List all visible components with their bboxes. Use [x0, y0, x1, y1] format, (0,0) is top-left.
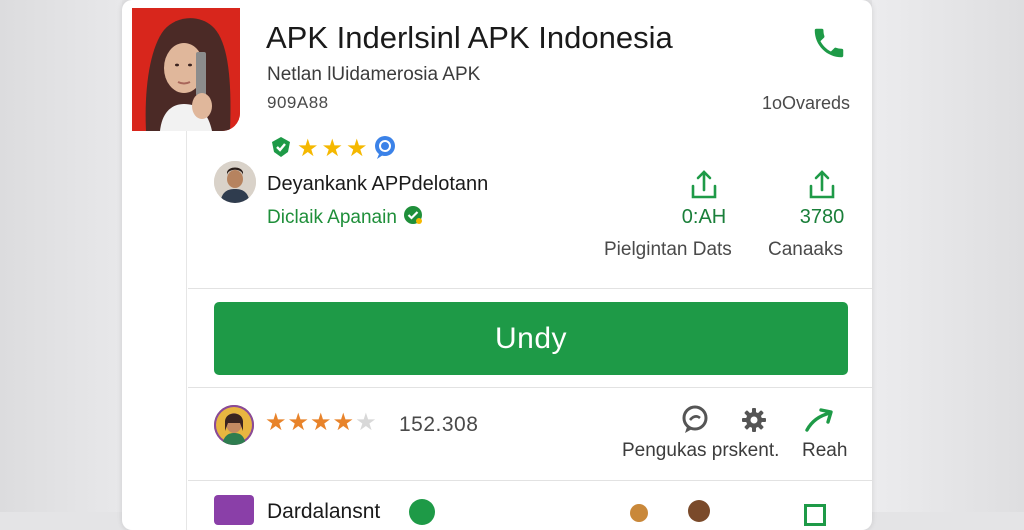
app-hero-image — [132, 8, 240, 131]
app-title: APK Inderlsinl APK Indonesia — [266, 20, 673, 55]
gear-icon[interactable] — [737, 403, 771, 437]
star-icon: ★ — [310, 409, 332, 436]
review-count: 152.308 — [399, 413, 479, 436]
action-label-primary[interactable]: Pengukas prskent. — [622, 440, 779, 462]
editor-choice-icon — [268, 134, 294, 165]
background-left — [0, 0, 122, 512]
phone-icon[interactable] — [810, 24, 848, 62]
trend-arrow-icon[interactable] — [802, 403, 836, 437]
rating-badges: ★ ★ ★ — [268, 134, 399, 164]
downloads-count: 1oOvareds — [761, 93, 850, 113]
card-side-divider — [186, 130, 187, 530]
developer-status: Diclaik Apanain — [267, 205, 423, 231]
developer-name[interactable]: Deyankank APPdelotann — [267, 173, 488, 196]
action-label-secondary[interactable]: Reah — [802, 440, 847, 462]
reviewer-avatar[interactable] — [214, 405, 254, 445]
stat-value: 3780 — [799, 206, 845, 228]
verified-icon — [409, 499, 435, 525]
stat-value: 0:AH — [681, 206, 727, 228]
stat-label: Canaaks — [768, 239, 843, 260]
section-divider — [188, 288, 872, 289]
star-icon: ★ — [346, 135, 368, 162]
app-subtitle: Netlan lUidamerosia APK — [267, 64, 481, 85]
next-row-dot-icon — [630, 504, 648, 522]
section-divider — [188, 480, 872, 481]
star-empty-icon: ★ — [355, 409, 377, 436]
developer-status-text: Diclaik Apanain — [267, 207, 397, 228]
share-up-icon[interactable] — [805, 168, 839, 202]
verified-icon — [403, 205, 423, 231]
review-stars: ★ ★ ★ ★ ★ — [265, 410, 377, 436]
star-icon: ★ — [297, 135, 319, 162]
developer-avatar[interactable] — [214, 161, 256, 203]
section-divider — [188, 387, 872, 388]
star-icon: ★ — [287, 409, 310, 436]
chat-bubble-icon[interactable] — [678, 403, 712, 437]
app-detail-card: APK Inderlsinl APK Indonesia Netlan lUid… — [122, 0, 872, 530]
app-code: 909A88 — [267, 93, 329, 112]
next-row-avatar-small — [688, 500, 710, 522]
star-icon: ★ — [265, 409, 287, 436]
stat-label: Pielgintan Dats — [604, 239, 732, 260]
next-row-box-icon — [804, 504, 826, 526]
star-icon: ★ — [332, 409, 355, 436]
background-right — [872, 0, 1024, 512]
share-up-icon[interactable] — [687, 168, 721, 202]
info-bubble-icon — [371, 133, 399, 166]
star-icon: ★ — [321, 135, 344, 162]
next-row-avatar[interactable] — [214, 495, 254, 525]
next-row-title[interactable]: Dardalansnt — [267, 500, 380, 530]
install-button[interactable]: Undy — [214, 302, 848, 375]
